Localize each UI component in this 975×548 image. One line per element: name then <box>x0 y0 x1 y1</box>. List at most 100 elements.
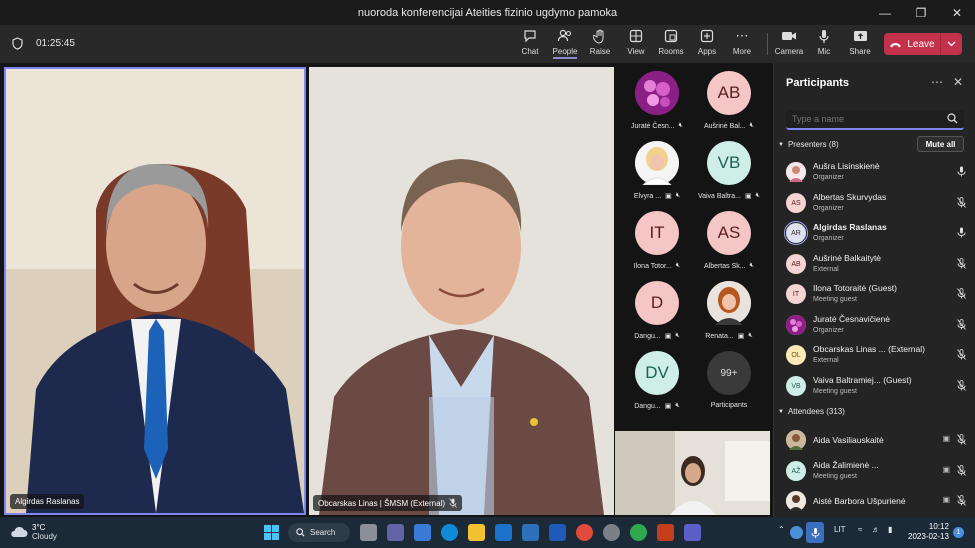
edge-icon[interactable] <box>441 524 458 541</box>
language-indicator[interactable]: LIT <box>834 525 846 534</box>
chevron-up-icon[interactable]: ⌃ <box>778 525 785 534</box>
people-icon <box>557 28 573 44</box>
initials-avatar: AS <box>707 211 751 255</box>
close-icon[interactable]: ✕ <box>953 75 963 89</box>
settings-icon[interactable] <box>603 524 620 541</box>
mic-muted-icon: 🔇︎ <box>675 402 680 409</box>
video-feed-algirdas[interactable]: Algirdas Raslanas <box>4 67 306 515</box>
video-name-tag: Algirdas Raslanas <box>10 494 85 509</box>
camera-button[interactable]: Camera <box>771 28 807 60</box>
initials-avatar: IT <box>786 284 806 304</box>
mic-muted-icon <box>957 288 966 299</box>
mic-icon <box>957 227 966 238</box>
mic-button[interactable]: Mic <box>806 28 842 60</box>
participant-row[interactable]: VB Vaiva Baltramiej... (Guest) Meeting gu… <box>786 371 968 401</box>
apps-button[interactable]: Apps <box>689 28 725 60</box>
chrome-icon[interactable] <box>576 524 593 541</box>
view-button[interactable]: View <box>618 28 654 60</box>
participant-tile[interactable]: VB Vaiva Baltra... ▣ 🔇︎ <box>686 136 772 206</box>
mute-all-button[interactable]: Mute all <box>917 136 964 152</box>
chevron-down-icon <box>947 41 956 47</box>
mic-muted-icon <box>957 495 966 506</box>
system-clock[interactable]: 10:12 2023-02-13 <box>908 522 949 542</box>
mic-muted-icon: 🔇︎ <box>675 332 680 339</box>
teams-chat-icon[interactable] <box>387 524 404 541</box>
self-view-video[interactable] <box>615 431 770 515</box>
teams-icon[interactable] <box>684 524 701 541</box>
participant-row[interactable]: AB Aušrinė Balkaitytė External <box>786 249 968 279</box>
apps-icon <box>699 28 715 44</box>
weather-widget[interactable]: 3°C Cloudy <box>10 523 57 541</box>
volume-icon[interactable]: ♬ <box>872 525 880 534</box>
mic-muted-icon <box>957 319 966 330</box>
photo-avatar <box>786 430 806 450</box>
camera-icon <box>781 28 797 44</box>
photo-avatar <box>635 141 679 185</box>
person-video-image <box>309 67 614 515</box>
shield-icon <box>12 37 23 50</box>
leave-main[interactable]: Leave <box>884 33 941 55</box>
camera-off-icon: ▣ <box>665 193 672 200</box>
windows-start-icon[interactable] <box>264 525 279 540</box>
mic-muted-icon <box>957 434 966 445</box>
more-button[interactable]: ⋯ More <box>724 28 760 60</box>
close-window-icon[interactable]: ✕ <box>939 0 975 25</box>
chrome-profile-icon[interactable] <box>630 524 647 541</box>
wifi-icon[interactable]: ≈ <box>858 525 862 534</box>
task-view-icon[interactable] <box>360 524 377 541</box>
more-participants-tile[interactable]: 99+ Participants <box>686 346 772 416</box>
store-icon[interactable] <box>414 524 431 541</box>
participant-row[interactable]: OL Obcarskas Linas ... (External) Externa… <box>786 340 968 370</box>
participant-row[interactable]: AR Algirdas Raslanas Organizer <box>784 218 968 248</box>
mic-muted-icon: 🔇︎ <box>749 122 755 129</box>
participant-tile[interactable]: Renata... ▣ 🔇︎ <box>686 276 772 346</box>
taskbar-search[interactable]: Search <box>288 523 350 542</box>
participant-row[interactable]: Juratė Česnavičienė Organizer <box>786 310 968 340</box>
leave-button[interactable]: Leave <box>884 33 962 55</box>
participant-row[interactable]: AŽ Aida Žalimienė ... Meeting guest ▣ <box>786 456 968 486</box>
panel-title: Participants <box>786 77 849 89</box>
share-icon <box>852 28 868 44</box>
mic-muted-icon: 🔇︎ <box>749 262 755 269</box>
chat-button[interactable]: Chat <box>512 28 548 60</box>
participant-row[interactable]: AS Albertas Skurvydas Organizer <box>786 188 968 218</box>
participant-tile[interactable]: AS Albertas Sk... 🔇︎ <box>686 206 772 276</box>
mic-in-use-icon[interactable] <box>806 522 824 543</box>
battery-icon[interactable]: ▮ <box>888 525 892 534</box>
file-explorer-icon[interactable] <box>468 524 485 541</box>
participant-row[interactable]: IT Ilona Totoraitė (Guest) Meeting guest <box>786 279 968 309</box>
mic-muted-icon: 🔇︎ <box>678 122 683 129</box>
attendees-section-header[interactable]: ▼ Attendees (313) <box>778 407 845 416</box>
people-button[interactable]: People <box>547 28 583 60</box>
initials-avatar: IT <box>635 211 679 255</box>
share-button[interactable]: Share <box>842 28 878 60</box>
mic-muted-icon <box>957 380 966 391</box>
minimize-icon[interactable]: — <box>867 0 903 25</box>
participant-search[interactable] <box>786 110 964 130</box>
search-input[interactable] <box>792 114 942 124</box>
participant-row[interactable]: Aida Vasiliauskaitė ▣ <box>786 425 968 455</box>
camera-off-icon: ▣ <box>664 403 672 410</box>
mic-muted-icon <box>957 465 966 476</box>
raise-hand-button[interactable]: Raise <box>582 28 618 60</box>
participant-row[interactable]: Aušra Lisinskienė Organizer <box>786 157 968 187</box>
participant-tile[interactable]: AB Aušrinė Bal... 🔇︎ <box>686 66 772 136</box>
mic-muted-icon: 🔇︎ <box>675 192 681 199</box>
notification-badge-icon[interactable]: 1 <box>953 527 964 538</box>
more-options-icon[interactable]: ⋯ <box>931 75 943 89</box>
hang-up-icon <box>890 42 902 47</box>
tray-app-icon[interactable] <box>790 526 803 539</box>
photos-icon[interactable] <box>522 524 539 541</box>
word-icon[interactable] <box>549 524 566 541</box>
video-feed-obcarskas[interactable]: Obcarskas Linas | ŠMSM (External) <box>309 67 614 515</box>
photo-avatar <box>786 162 806 182</box>
mail-icon[interactable] <box>495 524 512 541</box>
leave-dropdown[interactable] <box>941 41 962 47</box>
presenters-section-header[interactable]: ▼ Presenters (8) <box>778 140 839 149</box>
participant-row[interactable]: Aistė Barbora Ušpurienė ▣ <box>786 486 968 516</box>
rooms-button[interactable]: Rooms <box>653 28 689 60</box>
video-stage: Algirdas Raslanas Obcarskas Linas | ŠMSM… <box>0 63 773 517</box>
powerpoint-icon[interactable] <box>657 524 674 541</box>
person-video-image <box>6 69 304 513</box>
restore-icon[interactable]: ❐ <box>903 0 939 25</box>
